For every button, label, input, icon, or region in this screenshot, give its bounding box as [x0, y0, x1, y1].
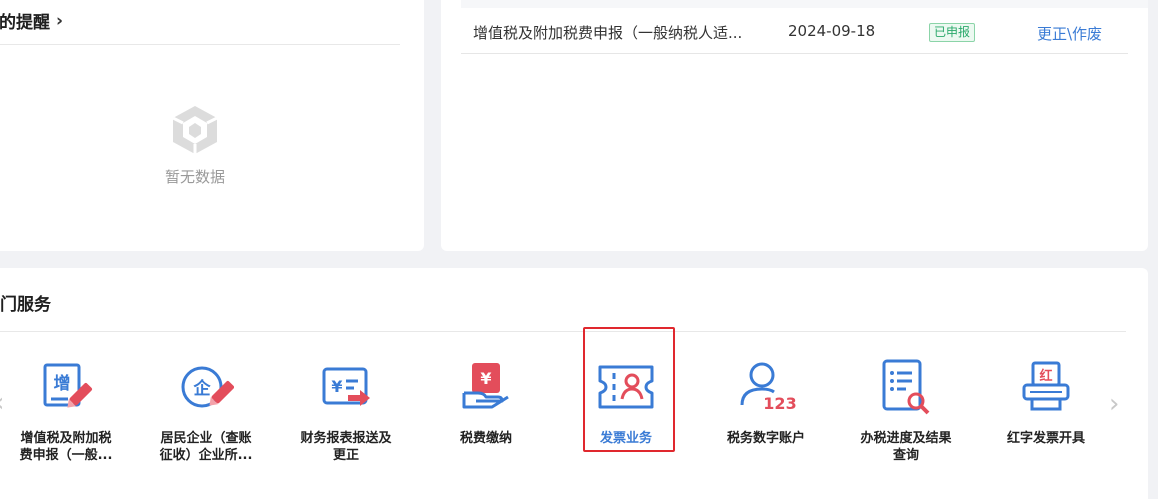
reminder-card: 我的提醒 › 暂无数据 [0, 0, 424, 251]
filing-records-card: 增值税及附加税费申报（一般纳税人适... 2024-09-18 已申报 更正\作… [441, 0, 1148, 251]
svg-text:¥: ¥ [331, 377, 342, 396]
hot-services-title-text: 热门服务 [0, 295, 51, 315]
service-label: 增值税及附加税 费申报（一般... [19, 431, 113, 463]
service-tax-payment[interactable]: ¥ 税费缴纳 [426, 354, 546, 447]
service-label: 红字发票开具 [1006, 431, 1085, 446]
service-label: 财务报表报送及 更正 [300, 431, 392, 463]
reminder-title[interactable]: 我的提醒 › [0, 8, 64, 34]
empty-state: 暂无数据 [150, 104, 240, 187]
service-label: 税务数字账户 [726, 431, 805, 446]
service-red-invoice[interactable]: 红 红字发票开具 [986, 354, 1106, 447]
hot-services-card: 热门服务 ‹ › 增 增值税及附加税费申报（一般... 企 [0, 268, 1148, 499]
svg-text:增: 增 [54, 373, 71, 394]
empty-text: 暂无数据 [164, 168, 225, 186]
table-header-strip [461, 0, 1148, 8]
svg-text:红: 红 [1039, 368, 1052, 384]
digital-tax-account-icon: 123 [740, 362, 796, 413]
tax-payment-icon: ¥ [462, 363, 509, 409]
service-financial-report[interactable]: ¥ 财务报表报送及 更正 [286, 354, 406, 464]
table-row: 增值税及附加税费申报（一般纳税人适... 2024-09-18 已申报 更正\作… [461, 10, 1128, 54]
red-invoice-icon: 红 [1022, 361, 1070, 411]
service-digital-tax-account[interactable]: 123 税务数字账户 [706, 354, 826, 447]
enterprise-income-tax-icon: 企 [181, 366, 234, 408]
progress-query-icon [882, 359, 930, 415]
service-enterprise-income-tax[interactable]: 企 居民企业（查账 征收）企业所... [146, 354, 266, 464]
filing-date: 2024-09-18 [788, 22, 876, 40]
vat-filing-icon: 增 [43, 363, 93, 408]
hot-services-title: 热门服务 [0, 290, 51, 315]
status-badge: 已申报 [929, 23, 976, 42]
chevron-right-icon[interactable]: › [1109, 389, 1119, 419]
chevron-left-icon[interactable]: ‹ [0, 388, 4, 418]
svg-text:企: 企 [193, 378, 212, 399]
filing-name: 增值税及附加税费申报（一般纳税人适... [473, 24, 743, 42]
divider [0, 44, 400, 45]
selection-highlight [583, 327, 675, 452]
service-vat-filing[interactable]: 增 增值税及附加税 费申报（一般... [6, 354, 126, 464]
divider [0, 331, 1126, 332]
service-progress-query[interactable]: 办税进度及结果 查询 [846, 354, 966, 464]
service-label: 居民企业（查账 征收）企业所... [159, 431, 253, 463]
svg-text:¥: ¥ [480, 369, 491, 388]
svg-text:123: 123 [763, 394, 796, 413]
service-label: 税费缴纳 [459, 431, 512, 446]
empty-box-icon [172, 106, 218, 154]
financial-report-icon: ¥ [322, 367, 370, 406]
reminder-title-text: 我的提醒 [0, 13, 50, 33]
correct-void-link[interactable]: 更正\作废 [1037, 23, 1102, 44]
service-label: 办税进度及结果 查询 [860, 431, 952, 463]
chevron-right-icon: › [56, 10, 64, 31]
